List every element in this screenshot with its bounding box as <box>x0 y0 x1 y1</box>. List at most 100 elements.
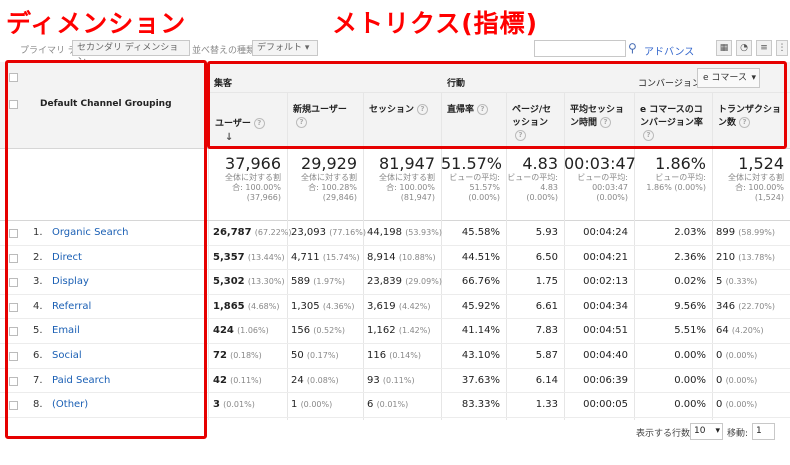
help-icon[interactable]: ? <box>600 117 612 128</box>
rows-per-page-label: 表示する行数: <box>636 429 694 439</box>
goto-input[interactable]: 1 <box>752 423 775 440</box>
sort-type-label: 並べ替えの種類: <box>192 46 259 56</box>
channel-link[interactable]: Referral <box>52 301 91 312</box>
metric-cell: 589 (1.97%) <box>291 276 345 288</box>
row-checkbox[interactable] <box>9 327 18 337</box>
col-avg-session-duration[interactable]: 平均セッション時間? <box>570 104 630 130</box>
metric-cell: 2.36% <box>674 251 706 263</box>
row-checkbox[interactable] <box>9 352 18 361</box>
pie-view-icon[interactable]: ◔ <box>736 40 752 56</box>
help-icon[interactable]: ? <box>643 130 654 141</box>
help-icon[interactable]: ? <box>296 117 307 128</box>
row-checkbox[interactable] <box>9 278 18 288</box>
total-cell: 00:03:47 ビューの平均: 00:03:47 (0.00%) <box>564 154 636 202</box>
channel-link[interactable]: (Other) <box>52 399 88 410</box>
group-behavior: 行動 <box>447 79 466 89</box>
search-icon[interactable]: ⚲ <box>628 41 637 55</box>
channel-link[interactable]: Display <box>52 276 89 287</box>
select-all-checkbox[interactable] <box>9 73 18 82</box>
channel-link[interactable]: Email <box>52 325 80 336</box>
table-row: 6. Social 72 (0.18%) 50 (0.17%) 116 (0.1… <box>0 344 790 369</box>
help-icon[interactable]: ? <box>253 118 265 129</box>
sort-type-select[interactable]: デフォルト ▾ <box>252 40 318 56</box>
metric-cell: 42 (0.11%) <box>213 374 262 386</box>
metric-cell: 5.93 <box>535 227 558 238</box>
metric-cell: 66.76% <box>461 276 500 288</box>
table-row: 7. Paid Search 42 (0.11%) 24 (0.08%) 93 … <box>0 369 790 394</box>
metric-cell: 00:00:05 <box>583 399 628 411</box>
metric-cell: 3 (0.01%) <box>213 399 255 411</box>
metric-cell: 7.83 <box>535 325 558 337</box>
metric-cell: 0 (0.00%) <box>716 374 758 386</box>
metric-cell: 4,711 (15.74%) <box>291 251 360 263</box>
advanced-link[interactable]: アドバンス <box>644 43 694 58</box>
metric-cell: 00:02:13 <box>583 276 628 288</box>
row-number: 1. <box>33 227 43 238</box>
metric-cell: 8,914 (10.88%) <box>367 251 436 263</box>
help-icon[interactable]: ? <box>417 104 429 115</box>
metric-cell: 45.92% <box>461 300 500 312</box>
metric-cell: 1.33 <box>535 399 558 411</box>
help-icon[interactable]: ? <box>739 117 751 128</box>
row-checkbox[interactable] <box>9 376 18 386</box>
row-checkbox[interactable] <box>9 401 18 411</box>
metric-cell: 3,619 (4.42%) <box>367 300 431 312</box>
metric-cell: 00:04:51 <box>583 325 628 337</box>
metric-cell: 26,787 (67.22%) <box>213 227 292 238</box>
grid-view-icon[interactable]: ▦ <box>716 40 732 56</box>
more-view-icon[interactable]: ⋮ <box>776 40 788 56</box>
help-icon[interactable]: ? <box>477 104 489 115</box>
search-input[interactable] <box>534 40 626 57</box>
bar-view-icon[interactable]: ≡ <box>756 40 772 56</box>
metric-cell: 83.33% <box>461 399 500 411</box>
conversion-select[interactable]: e コマース ▾ <box>697 68 760 88</box>
col-sessions[interactable]: セッション? <box>369 104 437 117</box>
metric-cell: 23,093 (77.16%) <box>291 227 366 238</box>
metric-cell: 23,839 (29.09%) <box>367 276 442 288</box>
metric-cell: 24 (0.08%) <box>291 374 339 386</box>
row-number: 3. <box>33 276 43 288</box>
rows-per-page-select[interactable]: 10 ▾ <box>690 423 723 440</box>
metric-cell: 5,357 (13.44%) <box>213 251 285 263</box>
channel-link[interactable]: Social <box>52 350 82 361</box>
channel-link[interactable]: Direct <box>52 252 82 263</box>
channel-link[interactable]: Organic Search <box>52 227 128 238</box>
metric-cell: 1,305 (4.36%) <box>291 300 355 312</box>
row-number: 8. <box>33 399 43 411</box>
metric-cell: 0.00% <box>674 399 706 411</box>
col-transactions[interactable]: トランザクション数? <box>718 104 786 130</box>
table-row: 5. Email 424 (1.06%) 156 (0.52%) 1,162 (… <box>0 319 790 344</box>
metric-cell: 93 (0.11%) <box>367 374 415 386</box>
metric-cell: 156 (0.52%) <box>291 325 345 337</box>
header-checkbox[interactable] <box>9 100 18 109</box>
sort-desc-icon[interactable]: ↓ <box>225 132 233 143</box>
metric-cell: 5 (0.33%) <box>716 276 758 288</box>
col-ecommerce-conversion-rate[interactable]: e コマースのコンバージョン率? <box>640 104 708 143</box>
row-checkbox[interactable] <box>9 302 18 312</box>
help-icon[interactable]: ? <box>515 130 526 141</box>
row-checkbox[interactable] <box>9 229 18 238</box>
dimension-header[interactable]: Default Channel Grouping <box>40 99 172 109</box>
group-conversion: コンバージョン <box>638 79 701 89</box>
metric-cell: 899 (58.99%) <box>716 227 776 238</box>
metric-cell: 45.58% <box>461 227 500 238</box>
metric-cell: 44.51% <box>461 251 500 263</box>
row-number: 2. <box>33 251 43 263</box>
metric-cell: 00:06:39 <box>583 374 628 386</box>
row-checkbox[interactable] <box>9 253 18 263</box>
col-users[interactable]: ユーザー ?↓ <box>215 118 283 145</box>
metric-cell: 5,302 (13.30%) <box>213 276 285 288</box>
table-row: 1. Organic Search 26,787 (67.22%) 23,093… <box>0 221 790 246</box>
secondary-dimension-button[interactable]: セカンダリ ディメンション <box>72 40 190 67</box>
col-new-users[interactable]: 新規ユーザー? <box>293 104 359 130</box>
col-bounce-rate[interactable]: 直帰率? <box>447 104 502 117</box>
channel-link[interactable]: Paid Search <box>52 375 110 386</box>
metric-cell: 5.87 <box>535 350 558 361</box>
col-pages-per-session[interactable]: ページ/セッション? <box>512 104 560 143</box>
metric-cell: 50 (0.17%) <box>291 350 339 361</box>
row-number: 7. <box>33 374 43 386</box>
metric-cell: 00:04:40 <box>583 350 628 361</box>
group-acquisition: 集客 <box>214 79 233 89</box>
metric-cell: 346 (22.70%) <box>716 300 776 312</box>
metric-cell: 424 (1.06%) <box>213 325 269 337</box>
